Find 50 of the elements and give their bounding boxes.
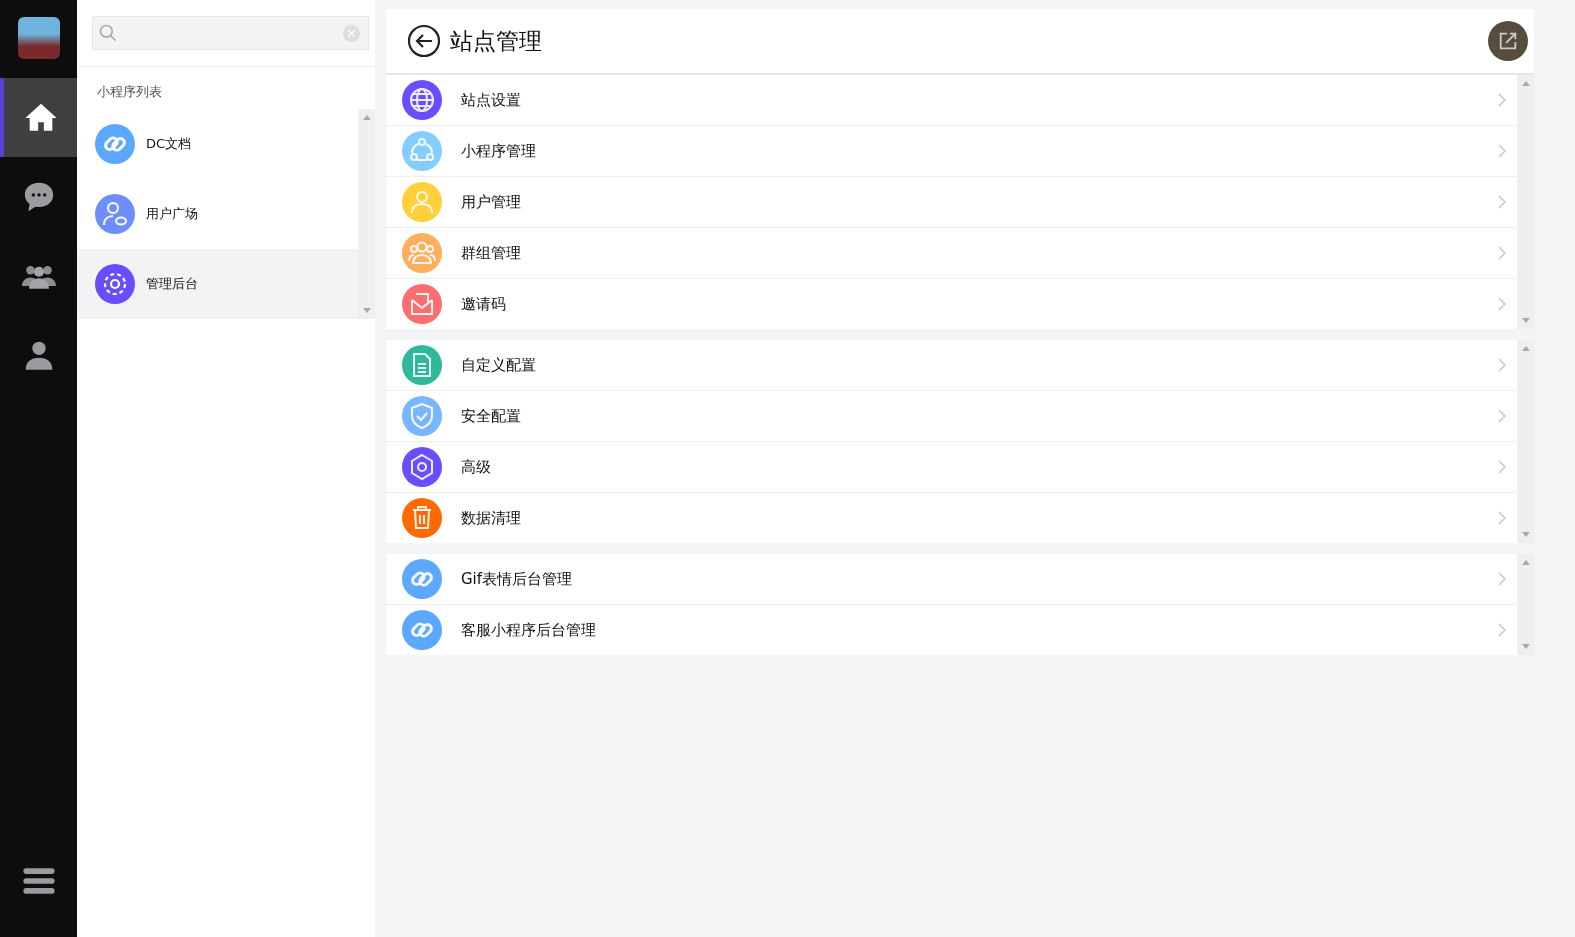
mini-program-item[interactable]: 用户广场 (77, 179, 358, 249)
mini-program-item[interactable]: DC文档 (77, 109, 358, 179)
scrollbar[interactable] (1517, 554, 1534, 655)
chevron-right-icon (1497, 571, 1507, 587)
menu-icon[interactable] (21, 865, 56, 897)
chevron-right-icon (1497, 357, 1507, 373)
settings-row[interactable]: 自定义配置 (386, 340, 1517, 391)
settings-row[interactable]: 数据清理 (386, 493, 1517, 543)
scrollbar[interactable] (1517, 75, 1534, 329)
settings-row[interactable]: 客服小程序后台管理 (386, 605, 1517, 655)
settings-row[interactable]: 邀请码 (386, 279, 1517, 329)
chevron-right-icon (1497, 459, 1507, 475)
chevron-right-icon (1497, 194, 1507, 210)
settings-row[interactable]: 用户管理 (386, 177, 1517, 228)
chevron-right-icon (1497, 510, 1507, 526)
row-label: 邀请码 (461, 294, 507, 314)
back-icon[interactable] (407, 24, 441, 58)
row-label: 数据清理 (461, 508, 522, 528)
settings-row[interactable]: 站点设置 (386, 75, 1517, 126)
row-label: 用户管理 (461, 192, 522, 212)
mini-program-item[interactable]: 管理后台 (77, 249, 358, 319)
section-title: 小程序列表 (96, 83, 163, 101)
settings-row[interactable]: 小程序管理 (386, 126, 1517, 177)
row-label: 客服小程序后台管理 (461, 620, 597, 640)
external-link-icon (1497, 30, 1519, 52)
search-field[interactable] (92, 16, 369, 50)
settings-row[interactable]: 安全配置 (386, 391, 1517, 442)
avatar-photo-placeholder[interactable] (17, 17, 60, 59)
chevron-right-icon (1497, 245, 1507, 261)
scrollbar[interactable] (358, 109, 375, 319)
settings-row[interactable]: 群组管理 (386, 228, 1517, 279)
scrollbar[interactable] (1517, 340, 1534, 543)
chevron-right-icon (1497, 622, 1507, 638)
row-label: 群组管理 (461, 243, 522, 263)
open-external-button[interactable] (1488, 21, 1528, 61)
row-label: 小程序管理 (461, 141, 537, 161)
chevron-right-icon (1497, 408, 1507, 424)
row-label: 高级 (461, 457, 492, 477)
chevron-right-icon (1497, 92, 1507, 108)
page-title: 站点管理 (450, 26, 542, 56)
chevron-right-icon (1497, 143, 1507, 159)
chevron-right-icon (1497, 296, 1507, 312)
settings-row[interactable]: 高级 (386, 442, 1517, 493)
row-label: Gif表情后台管理 (461, 569, 574, 589)
nav-tab[interactable] (0, 78, 77, 157)
row-label: 安全配置 (461, 406, 522, 426)
row-label: 自定义配置 (461, 355, 537, 375)
search-icon (98, 23, 118, 43)
row-label: 站点设置 (461, 90, 522, 110)
settings-row[interactable]: Gif表情后台管理 (386, 554, 1517, 605)
